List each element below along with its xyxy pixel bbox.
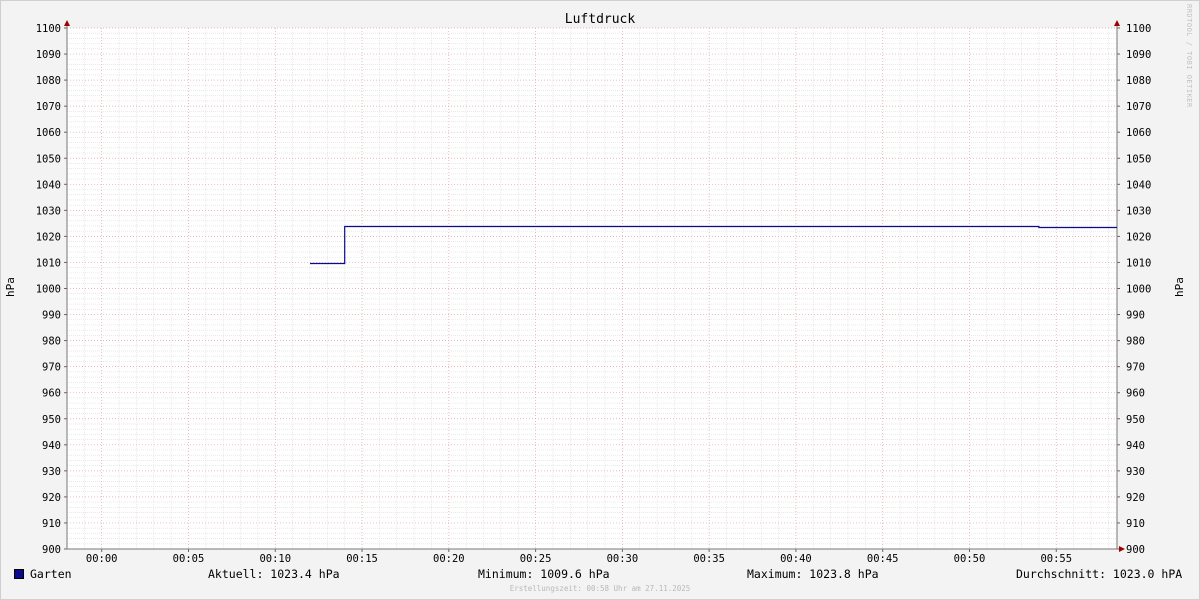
legend-maximum: Maximum: 1023.8 hPa <box>747 567 879 581</box>
y-tick-label-left: 950 <box>42 414 61 426</box>
x-axis-arrow <box>1119 546 1125 552</box>
y-tick-label-right: 1060 <box>1126 127 1151 139</box>
y-tick-label-right: 1000 <box>1126 284 1151 296</box>
x-tick-label: 00:20 <box>433 553 465 565</box>
y-tick-label-right: 910 <box>1126 518 1145 530</box>
legend-minimum: Minimum: 1009.6 hPa <box>478 567 610 581</box>
x-tick-label: 00:00 <box>86 553 118 565</box>
creation-time: Erstellungszeit: 00:58 Uhr am 27.11.2025 <box>509 584 691 593</box>
x-tick-label: 00:55 <box>1040 553 1072 565</box>
right-axis-arrow <box>1114 20 1120 26</box>
y-tick-label-right: 970 <box>1126 362 1145 374</box>
x-tick-label: 00:10 <box>259 553 291 565</box>
y-tick-label-left: 970 <box>42 362 61 374</box>
y-tick-label-right: 920 <box>1126 492 1145 504</box>
pressure-chart: Luftdruck 900 900 910 910 920 920 930 930 940 940… <box>4 12 1186 565</box>
y-tick-label-right: 990 <box>1126 310 1145 322</box>
y-tick-label-left: 1080 <box>36 75 61 87</box>
y-tick-label-left: 1070 <box>36 101 61 113</box>
y-tick-label-left: 1010 <box>36 257 61 269</box>
y-tick-label-left: 980 <box>42 336 61 348</box>
y-tick-label-left: 1000 <box>36 284 61 296</box>
y-tick-label-left: 1050 <box>36 153 61 165</box>
y-axis-label-left: hPa <box>4 277 17 297</box>
y-tick-label-left: 1040 <box>36 179 61 191</box>
y-tick-label-left: 930 <box>42 466 61 478</box>
y-tick-label-left: 1020 <box>36 231 61 243</box>
y-tick-label-right: 930 <box>1126 466 1145 478</box>
x-tick-label: 00:35 <box>693 553 725 565</box>
chart-title: Luftdruck <box>565 12 636 27</box>
y-tick-label-right: 1100 <box>1126 23 1151 35</box>
y-axis-label-right: hPa <box>1173 277 1186 297</box>
y-tick-label-left: 910 <box>42 518 61 530</box>
y-tick-label-right: 900 <box>1126 544 1145 556</box>
y-tick-label-left: 940 <box>42 440 61 452</box>
x-tick-label: 00:25 <box>520 553 552 565</box>
x-tick-label: 00:50 <box>954 553 986 565</box>
y-tick-label-right: 950 <box>1126 414 1145 426</box>
y-tick-label-left: 1090 <box>36 49 61 61</box>
y-tick-label-left: 1060 <box>36 127 61 139</box>
y-tick-label-left: 900 <box>42 544 61 556</box>
y-tick-label-left: 920 <box>42 492 61 504</box>
y-tick-label-left: 960 <box>42 388 61 400</box>
y-tick-label-right: 1090 <box>1126 49 1151 61</box>
y-tick-label-left: 1030 <box>36 205 61 217</box>
x-tick-label: 00:15 <box>346 553 378 565</box>
left-axis-arrow <box>64 20 70 26</box>
legend-current: Aktuell: 1023.4 hPa <box>208 567 340 581</box>
x-tick-label: 00:30 <box>607 553 639 565</box>
chart-window: Luftdruck 900 900 910 910 920 920 930 930 940 940… <box>0 0 1200 600</box>
y-tick-label-right: 1010 <box>1126 257 1151 269</box>
y-tick-label-right: 940 <box>1126 440 1145 452</box>
y-tick-label-right: 1070 <box>1126 101 1151 113</box>
y-tick-label-right: 980 <box>1126 336 1145 348</box>
x-tick-label: 00:45 <box>867 553 899 565</box>
legend-swatch <box>14 569 24 579</box>
y-tick-label-right: 1020 <box>1126 231 1151 243</box>
y-tick-label-right: 1040 <box>1126 179 1151 191</box>
y-tick-label-right: 1080 <box>1126 75 1151 87</box>
legend: Garten Aktuell: 1023.4 hPa Minimum: 1009… <box>0 567 1200 583</box>
y-tick-label-left: 990 <box>42 310 61 322</box>
x-tick-label: 00:05 <box>173 553 205 565</box>
y-tick-label-right: 1030 <box>1126 205 1151 217</box>
y-tick-label-right: 960 <box>1126 388 1145 400</box>
legend-average: Durchschnitt: 1023.0 hPA <box>1016 567 1183 581</box>
watermark: RRDTOOL / TOBI OETIKER <box>1185 4 1193 108</box>
y-tick-label-right: 1050 <box>1126 153 1151 165</box>
x-tick-label: 00:40 <box>780 553 812 565</box>
grid <box>66 27 1117 550</box>
legend-series-name: Garten <box>30 567 72 581</box>
y-tick-label-left: 1100 <box>36 23 61 35</box>
